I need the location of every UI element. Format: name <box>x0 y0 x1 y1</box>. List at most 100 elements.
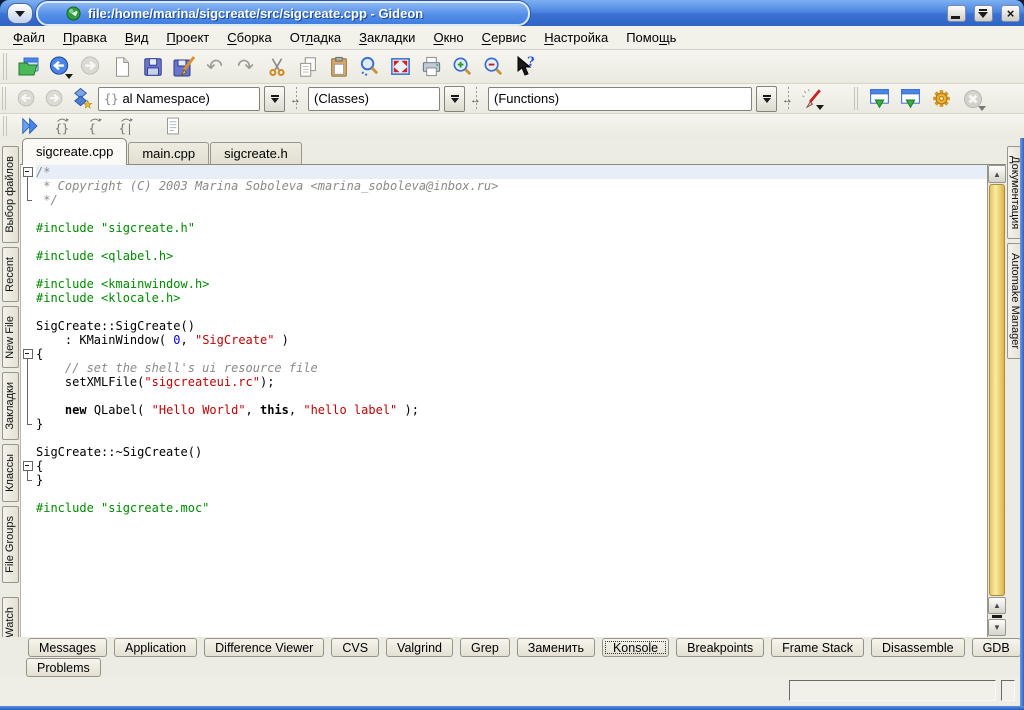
save-button[interactable] <box>139 53 166 80</box>
stop-dropdown-arrow[interactable] <box>978 106 986 111</box>
class-browser-button[interactable]: ★ <box>70 87 94 111</box>
code-view[interactable]: /* * Copyright (C) 2003 Marina Soboleva … <box>21 165 987 637</box>
window-menu-button[interactable] <box>7 3 33 24</box>
zoom-out-button[interactable] <box>480 53 507 80</box>
toolbar-handle[interactable] <box>2 87 8 110</box>
back-button[interactable] <box>46 53 73 80</box>
code-line-16[interactable]: setXMLFile("sigcreateui.rc"); <box>21 375 987 389</box>
bottom-tab-заменить[interactable]: Заменить <box>517 638 595 657</box>
formatting-dropdown-arrow[interactable] <box>816 105 824 110</box>
whats-this-button[interactable]: ? <box>511 53 538 80</box>
open-file-button[interactable] <box>15 53 42 80</box>
nav-back-button[interactable] <box>14 87 38 111</box>
bottom-tab-frame-stack[interactable]: Frame Stack <box>771 638 864 657</box>
forward-button[interactable] <box>77 53 104 80</box>
nav-forward-button[interactable] <box>42 87 66 111</box>
build-target-button[interactable] <box>866 85 893 112</box>
editor-tab-sigcreate-cpp[interactable]: sigcreate.cpp <box>22 138 127 165</box>
execute-button[interactable] <box>928 85 955 112</box>
save-as-button[interactable] <box>170 53 197 80</box>
code-line-23[interactable]: } <box>21 473 987 487</box>
code-line-7[interactable]: #include <qlabel.h> <box>21 249 987 263</box>
code-line-11[interactable] <box>21 305 987 319</box>
quickopen-button[interactable] <box>19 114 43 138</box>
code-line-18[interactable]: new QLabel( "Hello World", this, "hello … <box>21 403 987 417</box>
scroll-up-button-2[interactable]: ▲ <box>988 597 1006 614</box>
scroll-down-button[interactable]: ▼ <box>988 619 1006 636</box>
bottom-tab-problems[interactable]: Problems <box>26 658 101 677</box>
code-line-3[interactable]: */ <box>21 193 987 207</box>
rebuild-target-button[interactable] <box>897 85 924 112</box>
menu-edit[interactable]: Правка <box>54 28 116 47</box>
toolbar-splitter[interactable]: ↔ <box>289 87 304 111</box>
file-list-button[interactable] <box>161 114 185 138</box>
code-line-13[interactable]: : KMainWindow( 0, "SigCreate" ) <box>21 333 987 347</box>
bottom-tab-messages[interactable]: Messages <box>28 638 107 657</box>
code-line-19[interactable]: } <box>21 417 987 431</box>
print-button[interactable] <box>418 53 445 80</box>
bottom-tab-valgrind[interactable]: Valgrind <box>386 638 453 657</box>
menu-settings[interactable]: Настройка <box>535 28 617 47</box>
code-line-2[interactable]: * Copyright (C) 2003 Marina Soboleva <ma… <box>21 179 987 193</box>
toolbar-splitter[interactable]: ↔ <box>781 87 796 111</box>
bottom-tab-breakpoints[interactable]: Breakpoints <box>676 638 764 657</box>
menu-file[interactable]: Файл <box>4 28 54 47</box>
classes-combo-dropdown[interactable] <box>444 86 465 112</box>
toolview-tab-recent[interactable]: Recent <box>2 247 19 302</box>
code-line-20[interactable] <box>21 431 987 445</box>
expand-text-button[interactable]: {| <box>115 114 139 138</box>
title-bar[interactable]: file:/home/marina/sigcreate/src/sigcreat… <box>0 0 1024 26</box>
close-button[interactable]: × <box>1001 5 1020 22</box>
namespace-combo-dropdown[interactable] <box>264 86 285 112</box>
menu-tools[interactable]: Сервис <box>473 28 536 47</box>
reformat-source-button[interactable]: {} <box>51 114 75 138</box>
namespace-combo[interactable]: {} al Namespace) <box>98 87 260 111</box>
bottom-tab-konsole[interactable]: Konsole <box>602 638 669 657</box>
toolbar-handle[interactable] <box>3 53 9 79</box>
code-line-14[interactable]: { <box>21 347 987 361</box>
toolbar-handle[interactable] <box>3 116 9 135</box>
paste-button[interactable] <box>325 53 352 80</box>
stop-button[interactable] <box>959 85 986 112</box>
toolview-tab-выбор-файлов[interactable]: Выбор файлов <box>2 146 19 243</box>
code-line-6[interactable] <box>21 235 987 249</box>
code-line-25[interactable]: #include "sigcreate.moc" <box>21 501 987 515</box>
code-line-4[interactable] <box>21 207 987 221</box>
menu-build[interactable]: Сборка <box>218 28 281 47</box>
undo-button[interactable]: ↶ <box>201 53 228 80</box>
code-line-12[interactable]: SigCreate::SigCreate() <box>21 319 987 333</box>
toolbar-splitter[interactable]: ↔ <box>469 87 484 111</box>
menu-view[interactable]: Вид <box>116 28 158 47</box>
code-line-22[interactable]: { <box>21 459 987 473</box>
toolview-tab-закладки[interactable]: Закладки <box>2 372 19 440</box>
toolview-tab-new-file[interactable]: New File <box>2 306 19 369</box>
bottom-tab-difference-viewer[interactable]: Difference Viewer <box>204 638 324 657</box>
editor-tab-sigcreate-h[interactable]: sigcreate.h <box>210 142 302 164</box>
toolview-tab-file-groups[interactable]: File Groups <box>2 506 19 583</box>
code-line-10[interactable]: #include <klocale.h> <box>21 291 987 305</box>
bottom-tab-disassemble[interactable]: Disassemble <box>871 638 965 657</box>
editor-tab-main-cpp[interactable]: main.cpp <box>128 142 209 164</box>
new-file-button[interactable] <box>108 53 135 80</box>
code-line-8[interactable] <box>21 263 987 277</box>
toolbar-handle[interactable] <box>854 87 860 110</box>
bottom-tab-gdb[interactable]: GDB <box>972 638 1021 657</box>
complete-text-button[interactable]: { <box>83 114 107 138</box>
scroll-up-button[interactable]: ▲ <box>988 165 1006 183</box>
bottom-tab-grep[interactable]: Grep <box>460 638 510 657</box>
redo-button[interactable]: ↷ <box>232 53 259 80</box>
minimize-button[interactable] <box>947 5 966 22</box>
toolview-tab-классы[interactable]: Классы <box>2 444 19 502</box>
code-line-15[interactable]: // set the shell's ui resource file <box>21 361 987 375</box>
functions-combo-dropdown[interactable] <box>756 86 777 112</box>
scrollbar-thumb[interactable] <box>989 184 1005 596</box>
fullscreen-button[interactable] <box>387 53 414 80</box>
code-line-17[interactable] <box>21 389 987 403</box>
formatting-button[interactable] <box>800 87 824 111</box>
code-line-5[interactable]: #include "sigcreate.h" <box>21 221 987 235</box>
menu-project[interactable]: Проект <box>157 28 218 47</box>
fold-marker[interactable] <box>21 165 36 179</box>
classes-combo[interactable]: (Classes) <box>308 87 440 111</box>
functions-combo[interactable]: (Functions) <box>488 87 752 111</box>
menu-debug[interactable]: Отладка <box>281 28 350 47</box>
